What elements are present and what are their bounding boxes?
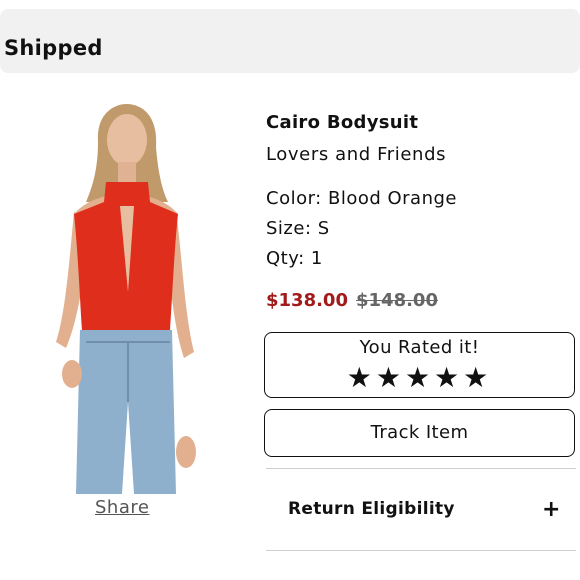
return-eligibility-row[interactable]: Return Eligibility +	[266, 470, 576, 550]
order-status-label: Shipped	[4, 36, 103, 60]
star-rating[interactable]: ★★★★★	[265, 361, 574, 394]
product-qty: Qty: 1	[266, 248, 323, 269]
product-size: Size: S	[266, 218, 330, 239]
divider-top	[266, 468, 576, 469]
original-price: $148.00	[356, 290, 438, 311]
return-eligibility-label: Return Eligibility	[288, 499, 455, 519]
product-image[interactable]	[46, 102, 202, 494]
share-link[interactable]: Share	[95, 497, 149, 518]
divider-bottom	[266, 550, 576, 551]
order-status-bar: Shipped	[0, 9, 580, 73]
rating-box[interactable]: You Rated it! ★★★★★	[264, 332, 575, 398]
track-item-button[interactable]: Track Item	[264, 409, 575, 457]
product-brand[interactable]: Lovers and Friends	[266, 144, 446, 165]
sale-price: $138.00	[266, 290, 348, 311]
product-color: Color: Blood Orange	[266, 188, 457, 209]
plus-icon[interactable]: +	[542, 497, 560, 522]
product-name[interactable]: Cairo Bodysuit	[266, 112, 418, 133]
rating-title: You Rated it!	[359, 337, 480, 358]
